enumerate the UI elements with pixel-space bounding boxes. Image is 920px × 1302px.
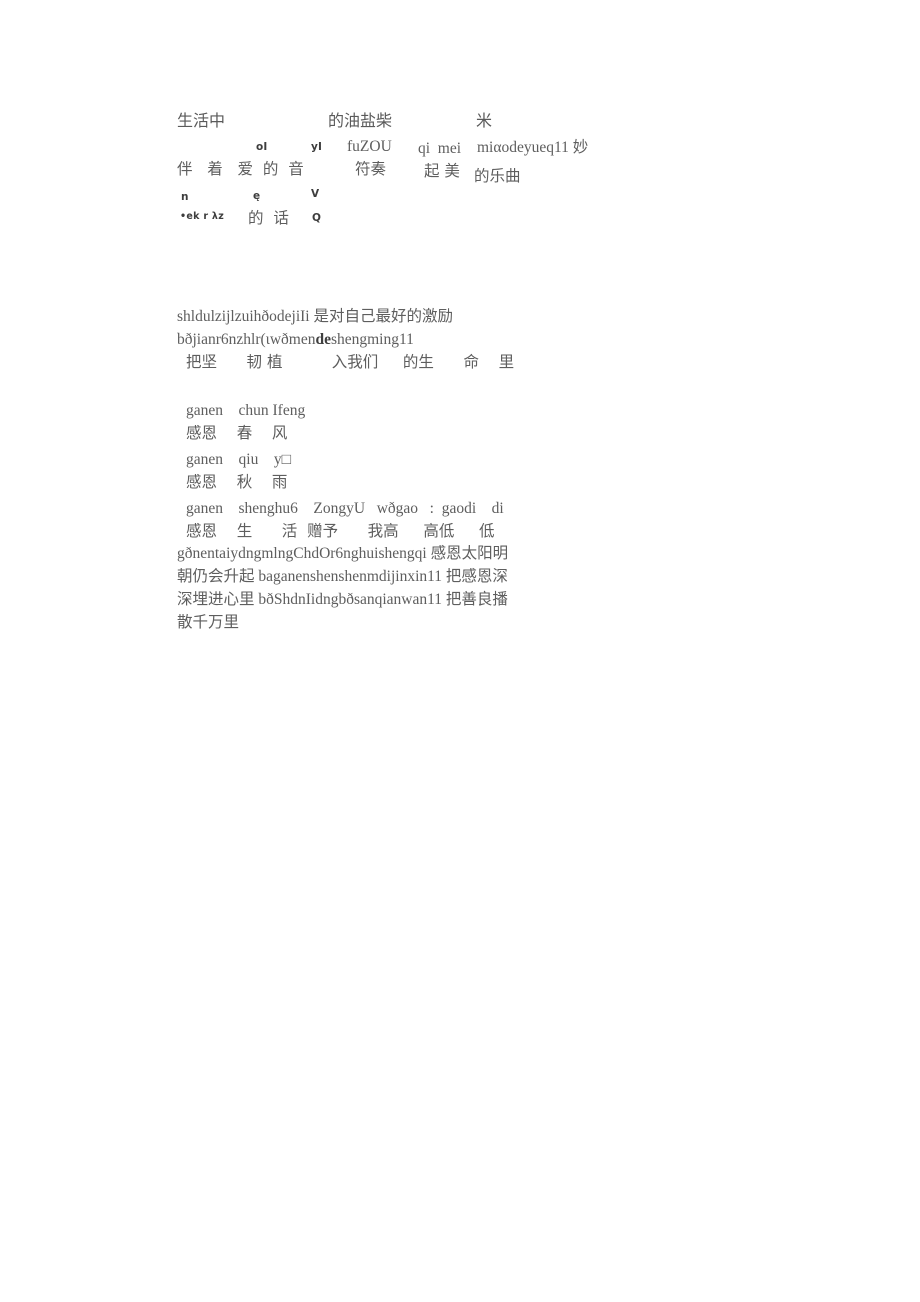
- stanza-two-line2: bðjianr6nzhlr(ιwðmendeshengming11: [177, 332, 414, 348]
- stanza-two-line2-pre: bðjianr6nzhlr(ιwðmen: [177, 331, 316, 348]
- flow-line-1: gðnentaiydngmlngChdOr6nghuishengqi 感恩太阳明: [177, 545, 509, 562]
- stanza-two-line2-post: shengming11: [330, 331, 414, 348]
- stanza-two-line1: shldulzijlzuihðodejiIi 是对自己最好的激励: [177, 308, 453, 325]
- flow-line-4: 散千万里: [177, 614, 240, 631]
- couplet-3-pinyin: ganen shenghu6 ZongyU wðgao : gaodi di: [186, 500, 504, 517]
- stanza-two-line2-bold: de: [315, 331, 331, 348]
- flow-line-3: 深埋进心里 bðShdnIidngbðsanqianwan11 把善良播: [177, 591, 508, 608]
- couplet-2-cjk: 感恩 秋 雨: [186, 473, 288, 491]
- stanza-two-line3: 把坚 韧 植 入我们 的生 命 里: [186, 353, 515, 371]
- couplet-1-pinyin: ganen chun Ifeng: [186, 402, 306, 419]
- couplet-1-cjk: 感恩 春 风: [186, 424, 288, 442]
- couplet-3-cjk: 感恩 生 活 赠予 我高 高低 低: [186, 522, 495, 540]
- document-page: 生活中 的油盐柴 米 oI yI fuZOU qi mei miαodeyueq…: [0, 0, 920, 1302]
- couplet-2-pinyin: ganen qiu y□: [186, 451, 291, 468]
- stanza-three: ganen chun Ifeng 感恩 春 风 ganen qiu y□ 感恩 …: [0, 0, 920, 630]
- flow-line-2: 朝仍会升起 baganenshenshenmdijinxin11 把感恩深: [177, 568, 508, 585]
